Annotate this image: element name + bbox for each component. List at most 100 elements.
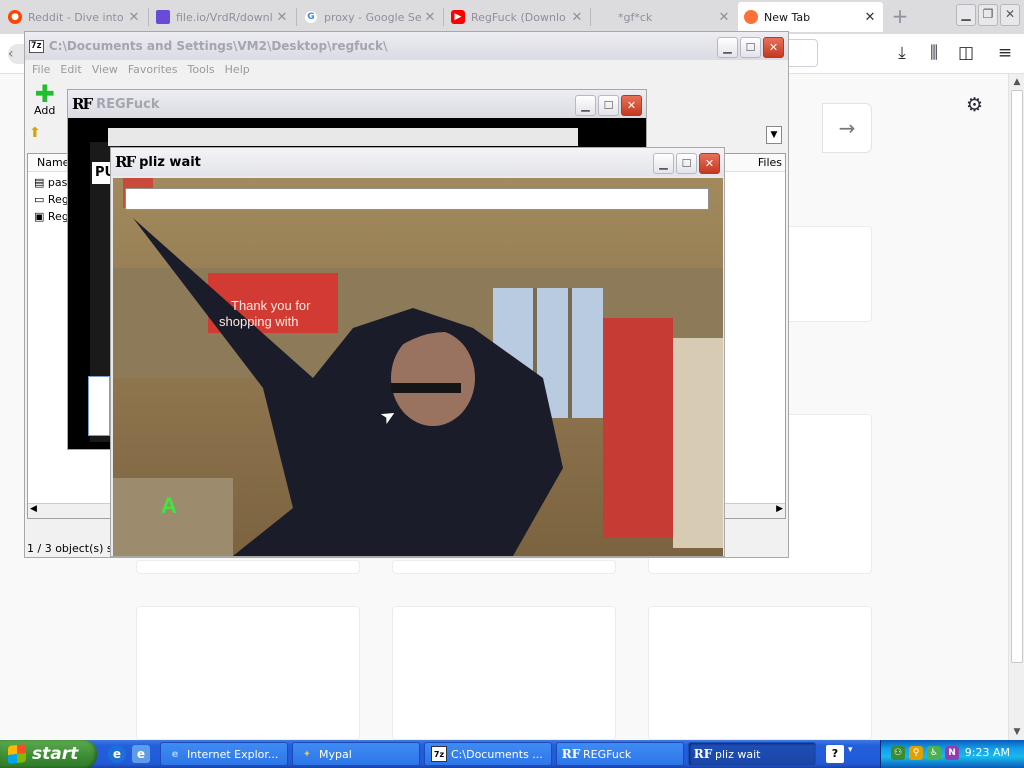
scroll-up-icon[interactable]: ▲: [1009, 74, 1024, 90]
google-icon: G: [304, 10, 318, 24]
up-folder-icon[interactable]: ⬆: [29, 125, 49, 145]
search-arrow-button[interactable]: →: [822, 103, 872, 153]
sign-text-line2: shopping with: [219, 314, 299, 329]
task-internet-explorer[interactable]: e Internet Explor...: [160, 742, 288, 766]
ie-icon[interactable]: e: [108, 745, 126, 763]
close-icon[interactable]: ✕: [423, 10, 437, 25]
menu-file[interactable]: File: [29, 63, 57, 76]
tab-google[interactable]: G proxy - Google Se ✕: [298, 2, 443, 32]
menu-edit[interactable]: Edit: [57, 63, 88, 76]
new-tab-button[interactable]: +: [890, 6, 910, 26]
task-pliz-wait[interactable]: RF pliz wait: [688, 742, 816, 766]
window-titlebar[interactable]: RF pliz wait ▁ ☐ ✕: [111, 148, 724, 176]
close-icon[interactable]: ✕: [275, 10, 289, 25]
menu-icon[interactable]: ≡: [994, 43, 1016, 63]
sign-text-line1: Thank you for: [231, 298, 311, 313]
close-button[interactable]: ✕: [1000, 4, 1020, 26]
top-site-tile[interactable]: [136, 560, 360, 574]
top-site-tile[interactable]: [392, 606, 616, 740]
scroll-left-icon[interactable]: ◀: [30, 504, 37, 514]
onenote-icon[interactable]: N: [945, 746, 959, 760]
svg-text:A: A: [161, 493, 177, 518]
maximize-button[interactable]: ☐: [676, 153, 697, 174]
list-item[interactable]: ▤ pas: [34, 176, 67, 189]
file-icon: ▭: [34, 193, 45, 206]
accessibility-icon[interactable]: ♿: [927, 746, 941, 760]
pliz-wait-window: RF pliz wait ▁ ☐ ✕ Thank you for shoppin…: [110, 147, 725, 557]
task-label: REGFuck: [583, 747, 632, 761]
task-mypal[interactable]: ✦ Mypal: [292, 742, 420, 766]
library-icon[interactable]: ⫼: [923, 43, 945, 63]
mypal-icon: ✦: [302, 748, 312, 760]
close-button[interactable]: ✕: [621, 95, 642, 116]
tab-separator: [443, 8, 444, 26]
scroll-right-icon[interactable]: ▶: [776, 504, 783, 514]
menu-favorites[interactable]: Favorites: [125, 63, 185, 76]
menu-tools[interactable]: Tools: [185, 63, 222, 76]
window-title: REGFuck: [96, 96, 160, 112]
sidebar-icon[interactable]: ◫: [955, 43, 977, 63]
window-titlebar[interactable]: 7z C:\Documents and Settings\VM2\Desktop…: [25, 32, 788, 60]
minimize-button[interactable]: ▁: [575, 95, 596, 116]
network-icon[interactable]: ⚇: [891, 746, 905, 760]
chevron-down-icon[interactable]: ▼: [766, 126, 782, 144]
background-image: Thank you for shopping with A: [113, 178, 723, 556]
window-title: C:\Documents and Settings\VM2\Desktop\re…: [48, 39, 388, 53]
minimize-button[interactable]: ▁: [653, 153, 674, 174]
partial-label: PU: [92, 162, 115, 184]
add-button[interactable]: ✚ Add: [34, 82, 55, 117]
top-site-tile[interactable]: [392, 560, 616, 574]
list-item[interactable]: ▭ Reg: [34, 193, 69, 206]
window-titlebar[interactable]: RF REGFuck ▁ ☐ ✕: [68, 90, 646, 118]
task-label: Internet Explor...: [187, 747, 279, 761]
tab-reddit[interactable]: ● Reddit - Dive into ✕: [2, 2, 147, 32]
download-icon[interactable]: ⤓: [891, 43, 913, 63]
task-regfuck[interactable]: RF REGFuck: [556, 742, 684, 766]
menu-help[interactable]: Help: [222, 63, 257, 76]
7zip-icon: 7z: [431, 746, 447, 762]
firefox-icon: [744, 10, 758, 24]
minimize-button[interactable]: ▁: [717, 37, 738, 58]
maximize-button[interactable]: ☐: [740, 37, 761, 58]
regfuck-icon: RF: [115, 153, 136, 171]
close-icon[interactable]: ✕: [127, 10, 141, 25]
progress-bar: [125, 188, 709, 210]
column-files[interactable]: Files: [758, 156, 782, 169]
taskbar: start e e e Internet Explor... ✦ Mypal 7…: [0, 740, 1024, 768]
tab-gfck[interactable]: *gf*ck ✕: [592, 2, 737, 32]
scroll-down-icon[interactable]: ▼: [1009, 724, 1024, 740]
close-icon[interactable]: ✕: [717, 10, 731, 25]
chevron-down-icon[interactable]: ▾: [848, 745, 853, 755]
minimize-button[interactable]: ▁: [956, 4, 976, 26]
tab-new-tab[interactable]: New Tab ✕: [738, 2, 883, 32]
search-icon[interactable]: ⚲: [909, 746, 923, 760]
tab-label: Reddit - Dive into: [28, 10, 124, 24]
close-icon[interactable]: ✕: [570, 10, 584, 25]
dialog-button[interactable]: [88, 376, 110, 436]
tab-fileio[interactable]: file.io/VrdR/downl ✕: [150, 2, 295, 32]
show-desktop-icon[interactable]: e: [132, 745, 150, 763]
regfuck-icon: RF: [72, 95, 93, 113]
tab-youtube[interactable]: ▶ RegFuck (Downlo ✕: [445, 2, 590, 32]
top-site-tile[interactable]: [648, 606, 872, 740]
maximize-button[interactable]: ☐: [598, 95, 619, 116]
store-scene-image: Thank you for shopping with A: [113, 178, 723, 556]
help-icon[interactable]: ?: [826, 745, 844, 763]
status-bar: 1 / 3 object(s) se: [27, 542, 120, 555]
task-7zip[interactable]: 7z C:\Documents ...: [424, 742, 552, 766]
clock: 9:23 AM: [964, 746, 1010, 759]
page-scrollbar[interactable]: ▲ ▼: [1008, 74, 1024, 740]
tab-separator: [590, 8, 591, 26]
close-button[interactable]: ✕: [763, 37, 784, 58]
top-site-tile[interactable]: [136, 606, 360, 740]
reddit-icon: ●: [8, 10, 22, 24]
menu-view[interactable]: View: [89, 63, 125, 76]
restore-button[interactable]: ❐: [978, 4, 998, 26]
column-name[interactable]: Name: [37, 156, 69, 169]
start-button[interactable]: start: [0, 740, 97, 768]
close-button[interactable]: ✕: [699, 153, 720, 174]
scroll-thumb[interactable]: [1011, 90, 1023, 663]
close-icon[interactable]: ✕: [863, 10, 877, 25]
list-item[interactable]: ▣ Reg: [34, 210, 69, 223]
gear-icon[interactable]: ⚙: [966, 94, 983, 116]
